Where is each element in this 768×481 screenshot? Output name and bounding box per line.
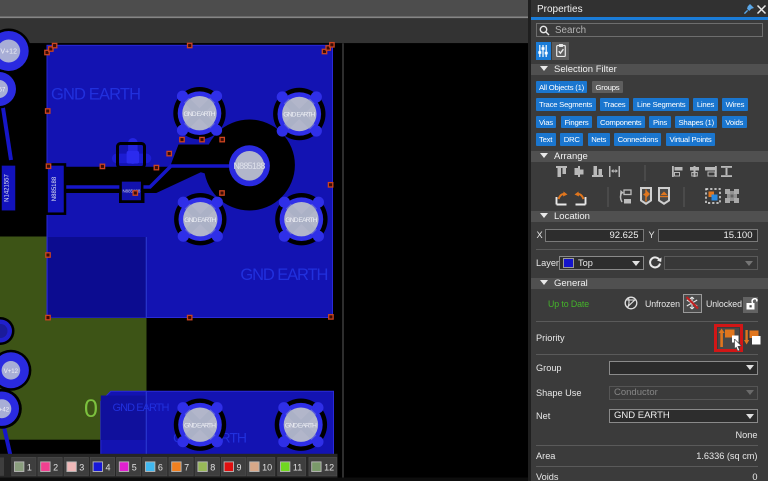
- svg-text:1: 1: [27, 463, 32, 473]
- svg-text:57: 57: [0, 88, 6, 94]
- svg-text:3: 3: [79, 463, 84, 473]
- svg-text:N1421557: N1421557: [5, 173, 11, 201]
- svg-text:N885188: N885188: [233, 161, 265, 171]
- svg-text:N885188: N885188: [52, 176, 58, 201]
- svg-text:GND EARTH: GND EARTH: [240, 266, 328, 284]
- svg-text:10: 10: [262, 463, 272, 473]
- svg-text:9: 9: [237, 463, 242, 473]
- svg-text:V+12: V+12: [4, 369, 19, 375]
- svg-text:12: 12: [324, 463, 334, 473]
- svg-text:0: 0: [84, 395, 98, 423]
- svg-text:GND EARTH: GND EARTH: [51, 86, 141, 104]
- svg-text:7: 7: [184, 463, 189, 473]
- svg-text:V+12: V+12: [0, 49, 17, 56]
- svg-text:6: 6: [158, 463, 163, 473]
- svg-text:8: 8: [210, 463, 215, 473]
- svg-text:11: 11: [293, 463, 302, 473]
- svg-text:4: 4: [106, 463, 111, 473]
- svg-text:5: 5: [132, 463, 137, 473]
- svg-text:GND EARTH: GND EARTH: [113, 402, 170, 414]
- svg-text:+42: +42: [0, 408, 10, 414]
- svg-text:2: 2: [53, 463, 58, 473]
